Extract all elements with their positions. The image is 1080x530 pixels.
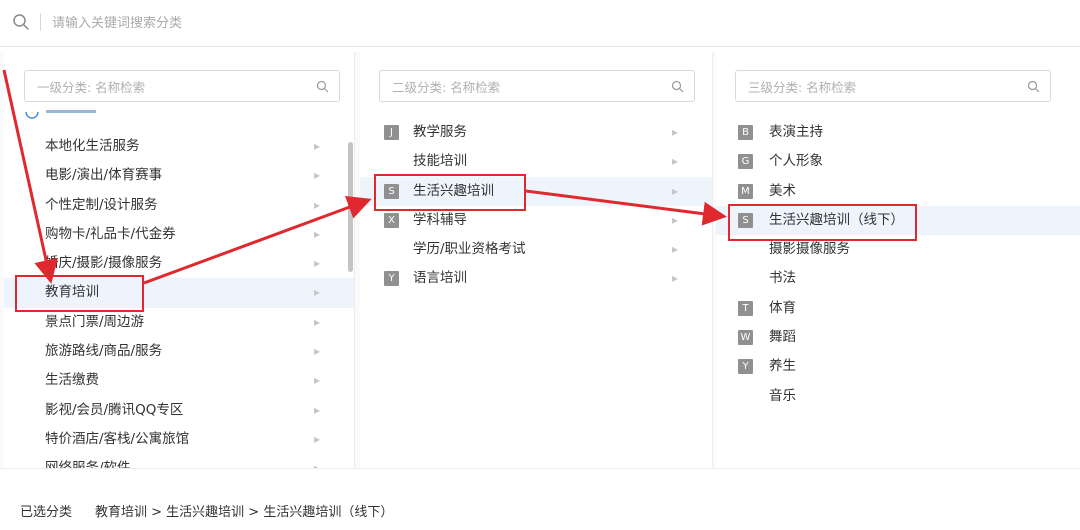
level1-item-label: 特价酒店/客栈/公寓旅馆 (45, 430, 190, 447)
level2-item[interactable]: Y 语言培训 ▸ (360, 264, 712, 293)
level3-item[interactable]: 音乐 (716, 382, 1080, 411)
level3-item[interactable]: Y 养生 (716, 352, 1080, 381)
level1-item[interactable]: 景点门票/周边游 ▸ (4, 308, 354, 337)
search-icon (1027, 80, 1040, 93)
selected-category-label: 已选分类 (20, 505, 73, 520)
letter-badge: X (384, 212, 399, 228)
level1-item-label: 景点门票/周边游 (45, 313, 145, 330)
level1-item-label: 旅游路线/商品/服务 (45, 343, 163, 360)
chevron-right-icon: ▸ (672, 183, 679, 198)
level1-item[interactable]: 电影/演出/体育赛事 ▸ (4, 161, 354, 190)
level2-item-label: 学历/职业资格考试 (413, 241, 526, 258)
level1-item[interactable]: 生活缴费 ▸ (4, 366, 354, 395)
level1-item[interactable]: 旅游路线/商品/服务 ▸ (4, 337, 354, 366)
level3-item[interactable]: G 个人形象 (716, 147, 1080, 176)
level2-item-label: 技能培训 (413, 153, 467, 170)
level3-item[interactable]: M 美术 (716, 177, 1080, 206)
level2-search-box[interactable] (379, 70, 695, 102)
chevron-right-icon: ▸ (314, 256, 321, 271)
level3-item-label: 个人形象 (769, 153, 823, 170)
level1-search-box[interactable] (24, 70, 340, 102)
level3-item[interactable]: W 舞蹈 (716, 323, 1080, 352)
level3-item-label: 音乐 (769, 387, 796, 404)
level1-search-input[interactable] (35, 77, 309, 97)
letter-badge: W (738, 330, 753, 346)
level2-item[interactable]: 学历/职业资格考试 ▸ (360, 235, 712, 264)
chevron-right-icon: ▸ (314, 197, 321, 212)
scrollbar[interactable] (348, 142, 353, 272)
category-search-bar (0, 0, 1080, 47)
level3-item[interactable]: 书法 (716, 264, 1080, 293)
level1-item-label: 个性定制/设计服务 (45, 196, 158, 213)
level1-item-label: 本地化生活服务 (45, 138, 140, 154)
letter-badge: Y (738, 359, 753, 375)
level1-item[interactable]: 影视/会员/腾讯QQ专区 ▸ (4, 396, 354, 425)
search-divider (40, 13, 41, 31)
level1-item[interactable]: 个性定制/设计服务 ▸ (4, 191, 354, 220)
level2-search-input[interactable] (390, 77, 664, 97)
chevron-right-icon: ▸ (314, 454, 320, 468)
search-icon (13, 14, 29, 30)
level3-search-box[interactable] (735, 70, 1051, 102)
highlight-box-level2 (374, 174, 526, 211)
level1-item[interactable]: 购物卡/礼品卡/代金券 ▸ (4, 220, 354, 249)
letter-badge: M (738, 183, 753, 199)
selected-category-footer: 已选分类 教育培训 > 生活兴趣培训 > 生活兴趣培训（线下） (0, 468, 1080, 530)
chevron-right-icon: ▸ (672, 212, 679, 227)
category-search-input[interactable] (50, 10, 754, 36)
level1-item[interactable]: 网络服务/软件 ▸ (4, 454, 354, 468)
level1-column: 本地化生活服务▸电影/演出/体育赛事▸个性定制/设计服务▸购物卡/礼品卡/代金券… (4, 52, 355, 468)
level1-item-label: 网络服务/软件 (45, 454, 131, 468)
radio-icon (25, 110, 96, 119)
letter-badge: Y (384, 271, 399, 287)
level3-item-label: 书法 (769, 270, 796, 287)
letter-badge: T (738, 300, 753, 316)
chevron-right-icon: ▸ (672, 125, 679, 139)
chevron-right-icon: ▸ (314, 226, 321, 241)
letter-badge: J (384, 125, 399, 140)
chevron-right-icon: ▸ (672, 271, 679, 286)
chevron-right-icon: ▸ (314, 373, 321, 388)
level3-column: B表演主持G个人形象M美术S生活兴趣培训（线下）摄影摄像服务书法T体育W舞蹈Y养… (716, 52, 1080, 468)
partial-list-item (24, 107, 124, 119)
level1-item-label: 影视/会员/腾讯QQ专区 (45, 401, 184, 418)
chevron-right-icon: ▸ (314, 314, 321, 329)
letter-badge: G (738, 154, 753, 170)
search-icon (671, 80, 684, 93)
level1-item-label: 电影/演出/体育赛事 (45, 167, 163, 184)
category-panels: 本地化生活服务▸电影/演出/体育赛事▸个性定制/设计服务▸购物卡/礼品卡/代金券… (0, 52, 1080, 468)
level3-item-label: 舞蹈 (769, 329, 796, 346)
level3-item-label: 表演主持 (769, 124, 823, 140)
level2-item-label: 语言培训 (413, 270, 467, 287)
chevron-right-icon: ▸ (672, 242, 679, 257)
level2-item[interactable]: J 教学服务 ▸ (360, 118, 712, 147)
letter-badge: B (738, 125, 753, 140)
chevron-right-icon: ▸ (314, 168, 321, 183)
search-icon (316, 80, 329, 93)
level3-list: B 表演主持 G 个人形象 M 美术 S 生活兴趣培训（线下） 摄影摄像服务 书法 T 体育 W 舞蹈 Y 养… (716, 118, 1080, 411)
level3-item-label: 体育 (769, 299, 796, 316)
level3-item-label: 美术 (769, 182, 796, 199)
level2-item[interactable]: 技能培训 ▸ (360, 147, 712, 176)
chevron-right-icon: ▸ (314, 139, 321, 153)
level2-item-label: 教学服务 (413, 124, 467, 140)
chevron-right-icon: ▸ (314, 285, 321, 300)
highlight-box-level3 (728, 204, 917, 241)
chevron-right-icon: ▸ (314, 344, 321, 359)
level1-item-label: 生活缴费 (45, 372, 99, 389)
level3-item[interactable]: T 体育 (716, 294, 1080, 323)
selected-category-path: 教育培训 > 生活兴趣培训 > 生活兴趣培训（线下） (95, 505, 394, 520)
chevron-right-icon: ▸ (672, 154, 679, 169)
level3-item-label: 养生 (769, 358, 796, 375)
chevron-right-icon: ▸ (314, 431, 321, 446)
level1-item[interactable]: 特价酒店/客栈/公寓旅馆 ▸ (4, 425, 354, 454)
level1-item[interactable]: 本地化生活服务 ▸ (4, 132, 354, 161)
level1-item-label: 购物卡/礼品卡/代金券 (45, 225, 176, 242)
chevron-right-icon: ▸ (314, 402, 321, 417)
level2-column: J教学服务▸技能培训▸S生活兴趣培训▸X学科辅导▸学历/职业资格考试▸Y语言培训… (360, 52, 713, 468)
highlight-box-level1 (15, 275, 144, 312)
level3-search-input[interactable] (746, 77, 1020, 97)
level3-item[interactable]: B 表演主持 (716, 118, 1080, 147)
